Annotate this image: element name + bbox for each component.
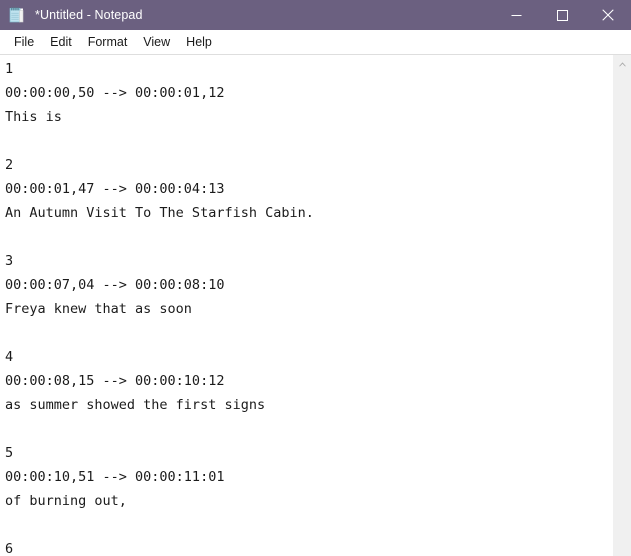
text-editor[interactable]: 1 00:00:00,50 --> 00:00:01,12 This is 2 00:0… [0, 55, 613, 556]
text-line: 2 [5, 157, 14, 173]
text-line: 6 [5, 541, 14, 556]
text-line: 00:00:01,47 --> 00:00:04:13 [5, 181, 225, 197]
text-line: of burning out, [5, 493, 127, 509]
menu-item-edit[interactable]: Edit [42, 33, 80, 51]
text-line-blank [5, 513, 613, 537]
menu-item-view[interactable]: View [135, 33, 178, 51]
text-line: 5 [5, 445, 14, 461]
title-bar[interactable]: *Untitled - Notepad [0, 0, 631, 30]
text-line: This is [5, 109, 62, 125]
menu-bar: File Edit Format View Help [0, 30, 631, 54]
text-line: 4 [5, 349, 14, 365]
menu-item-help[interactable]: Help [178, 33, 220, 51]
scroll-track[interactable] [614, 72, 631, 556]
text-line: 00:00:07,04 --> 00:00:08:10 [5, 277, 225, 293]
text-line: 00:00:08,15 --> 00:00:10:12 [5, 373, 225, 389]
notepad-icon [8, 6, 26, 24]
text-line: 00:00:10,51 --> 00:00:11:01 [5, 469, 225, 485]
title-bar-left: *Untitled - Notepad [0, 6, 493, 24]
text-line-blank [5, 225, 613, 249]
text-line: An Autumn Visit To The Starfish Cabin. [5, 205, 314, 221]
document-text[interactable]: 1 00:00:00,50 --> 00:00:01,12 This is 2 00:0… [2, 57, 613, 556]
maximize-button[interactable] [539, 0, 585, 30]
minimize-icon [511, 10, 522, 21]
window-title: *Untitled - Notepad [35, 8, 143, 22]
vertical-scrollbar[interactable] [613, 55, 631, 556]
text-line: 1 [5, 61, 14, 77]
text-line: Freya knew that as soon [5, 301, 192, 317]
window-controls [493, 0, 631, 30]
maximize-icon [556, 9, 568, 21]
close-button[interactable] [585, 0, 631, 30]
text-line: 3 [5, 253, 14, 269]
chevron-up-icon [618, 55, 627, 73]
text-line-blank [5, 417, 613, 441]
menu-item-format[interactable]: Format [80, 33, 136, 51]
notepad-window: *Untitled - Notepad File Edit Format Vie… [0, 0, 631, 556]
text-line-blank [5, 129, 613, 153]
editor-area: 1 00:00:00,50 --> 00:00:01,12 This is 2 00:0… [0, 54, 631, 556]
minimize-button[interactable] [493, 0, 539, 30]
menu-item-file[interactable]: File [6, 33, 42, 51]
text-line: 00:00:00,50 --> 00:00:01,12 [5, 85, 225, 101]
scroll-up-button[interactable] [614, 55, 631, 72]
close-icon [602, 9, 614, 21]
text-line: as summer showed the first signs [5, 397, 266, 413]
text-line-blank [5, 321, 613, 345]
